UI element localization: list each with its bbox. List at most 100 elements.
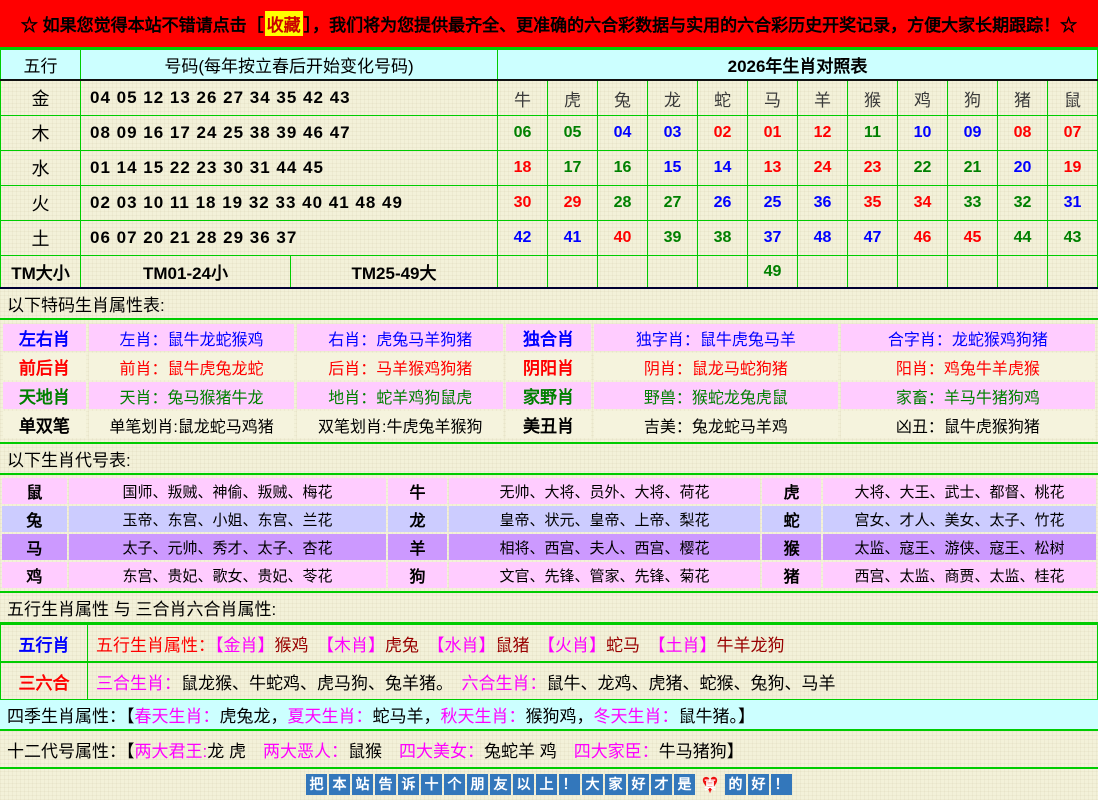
top-banner: ☆ 如果您觉得本站不错请点击［收藏］，我们将为您提供最齐全、更准确的六合彩数据与… xyxy=(0,0,1098,49)
text-segment: 蛇马羊， xyxy=(373,702,441,727)
zodiac-number-cell: 18 xyxy=(498,151,548,186)
zodiac-number-cell: 22 xyxy=(898,151,948,186)
tm-zodiac-cell xyxy=(998,256,1048,289)
text-segment: 牛羊龙狗 xyxy=(717,636,785,655)
element-label: 火 xyxy=(1,186,81,221)
slogan-char: 真 xyxy=(704,776,716,793)
attr-value: 野兽：猴蛇龙兔虎鼠 xyxy=(594,382,838,409)
zodiac-column-header: 猴 xyxy=(848,80,898,116)
text-segment: 两大恶人： xyxy=(263,737,348,762)
tm-zodiac-cell xyxy=(1048,256,1098,289)
bookmark-link[interactable]: 收藏 xyxy=(265,11,303,36)
attr-group-label: 独合肖 xyxy=(506,324,591,351)
codes-table-wrap: 鼠国师、叛贼、神偷、叛贼、梅花牛无帅、大将、员外、大将、荷花虎大将、大王、武士、… xyxy=(0,475,1098,593)
zodiac-number-cell: 04 xyxy=(598,116,648,151)
slogan-char-square: 才 xyxy=(651,774,672,795)
attr-row: 单双笔单笔划肖:鼠龙蛇马鸡猪双笔划肖:牛虎兔羊猴狗美丑肖吉美：兔龙蛇马羊鸡凶丑：… xyxy=(3,411,1095,438)
slogan-char-square: 的 xyxy=(725,774,746,795)
zodiac-name-label: 马 xyxy=(2,534,67,560)
tm-zodiac-cell xyxy=(548,256,598,289)
banner-text-before: ☆ 如果您觉得本站不错请点击［ xyxy=(21,11,264,36)
zodiac-number-cell: 33 xyxy=(948,186,998,221)
zodiac-number-cell: 27 xyxy=(648,186,698,221)
tm-zodiac-cell: 49 xyxy=(748,256,798,289)
text-segment: 虎兔龙， xyxy=(220,702,288,727)
seasons-row: 四季生肖属性：【春天生肖：虎兔龙， 夏天生肖：蛇马羊，秋天生肖：猴狗鸡， 冬天生… xyxy=(0,700,1098,731)
attr-value: 天肖：兔马猴猪牛龙 xyxy=(89,382,295,409)
element-numbers: 01 14 15 22 23 30 31 44 45 xyxy=(81,151,498,186)
zodiac-number-cell: 24 xyxy=(798,151,848,186)
zodiac-number-cell: 30 xyxy=(498,186,548,221)
text-segment: 三合生肖： xyxy=(96,674,181,693)
zodiac-number-cell: 03 xyxy=(648,116,698,151)
text-segment: 四大家臣： xyxy=(574,737,659,762)
attr-value: 地肖：蛇羊鸡狗鼠虎 xyxy=(297,382,503,409)
wuxing-band: 五行肖 五行生肖属性：【金肖】猴鸡 【木肖】虎兔 【水肖】鼠猪 【火肖】蛇马 【… xyxy=(0,624,1098,662)
tm-small-range: TM01-24小 xyxy=(81,256,291,289)
zodiac-number-cell: 02 xyxy=(698,116,748,151)
zodiac-column-header: 猪 xyxy=(998,80,1048,116)
zodiac-column-header: 蛇 xyxy=(698,80,748,116)
zodiac-name-label: 牛 xyxy=(388,478,447,504)
text-segment: 猴鸡 xyxy=(275,636,326,655)
zodiac-column-header: 兔 xyxy=(598,80,648,116)
zodiac-name-label: 猴 xyxy=(762,534,821,560)
text-segment: 鼠龙猴、牛蛇鸡、虎马狗、兔羊猪。 xyxy=(181,674,445,693)
attr-group-label: 左右肖 xyxy=(3,324,86,351)
zodiac-number-cell: 34 xyxy=(898,186,948,221)
zodiac-number-cell: 19 xyxy=(1048,151,1098,186)
text-segment: 鼠猴 xyxy=(348,737,399,762)
text-segment: 虎兔 xyxy=(385,636,436,655)
text-segment: 四大美女： xyxy=(399,737,484,762)
text-segment: 夏天生肖： xyxy=(288,702,373,727)
codes-row: 马太子、元帅、秀才、太子、杏花羊相将、西宫、夫人、西宫、樱花猴太监、寇王、游侠、… xyxy=(2,534,1096,560)
tm-zodiac-cell xyxy=(798,256,848,289)
text-segment: 【金肖】 xyxy=(215,636,275,655)
zodiac-number-cell: 05 xyxy=(548,116,598,151)
zodiac-number-cell: 07 xyxy=(1048,116,1098,151)
zodiac-column-header: 羊 xyxy=(798,80,848,116)
zodiac-number-cell: 44 xyxy=(998,221,1048,256)
zodiac-number-cell: 12 xyxy=(798,116,848,151)
element-row: 土06 07 20 21 28 29 36 374241403938374847… xyxy=(1,221,1098,256)
slogan-char-square: 把 xyxy=(306,774,327,795)
zodiac-column-header: 鸡 xyxy=(898,80,948,116)
slogan-char-square: 好 xyxy=(748,774,769,795)
zodiac-number-cell: 16 xyxy=(598,151,648,186)
attr-group-label: 单双笔 xyxy=(3,411,86,438)
codes-row: 兔玉帝、东宫、小姐、东宫、兰花龙皇帝、状元、皇帝、上帝、梨花蛇宫女、才人、美女、… xyxy=(2,506,1096,532)
zodiac-code-names: 东宫、贵妃、歌女、贵妃、苓花 xyxy=(69,562,387,588)
zodiac-name-label: 鸡 xyxy=(2,562,67,588)
numbers-header: 号码(每年按立春后开始变化号码) xyxy=(81,50,498,81)
attr-group-label: 前后肖 xyxy=(3,353,86,380)
codes-section-title: 以下生肖代号表: xyxy=(0,444,1098,475)
zodiac-number-cell: 40 xyxy=(598,221,648,256)
zodiac-number-cell: 11 xyxy=(848,116,898,151)
text-segment: 五行生肖属性： xyxy=(96,636,215,655)
slogan-char-square: 站 xyxy=(352,774,373,795)
attr-value: 吉美：兔龙蛇马羊鸡 xyxy=(594,411,838,438)
attr-group-label: 家野肖 xyxy=(506,382,591,409)
text-segment: 【水肖】 xyxy=(436,636,496,655)
slogan-char-square: 家 xyxy=(605,774,626,795)
slogan-char-square: 上 xyxy=(536,774,557,795)
text-segment: 鼠牛猪。】 xyxy=(679,702,756,727)
codes-table: 鼠国师、叛贼、神偷、叛贼、梅花牛无帅、大将、员外、大将、荷花虎大将、大王、武士、… xyxy=(0,476,1098,590)
zodiac-number-cell: 48 xyxy=(798,221,848,256)
element-label: 金 xyxy=(1,80,81,116)
zodiac-number-cell: 20 xyxy=(998,151,1048,186)
zodiac-number-cell: 43 xyxy=(1048,221,1098,256)
zodiac-number-cell: 25 xyxy=(748,186,798,221)
zodiac-column-header: 虎 xyxy=(548,80,598,116)
sanliuhe-label: 三六合 xyxy=(1,663,88,700)
element-row: 火02 03 10 11 18 19 32 33 40 41 48 493029… xyxy=(1,186,1098,221)
zodiac-number-cell: 29 xyxy=(548,186,598,221)
tm-zodiac-cell xyxy=(948,256,998,289)
codes-row: 鼠国师、叛贼、神偷、叛贼、梅花牛无帅、大将、员外、大将、荷花虎大将、大王、武士、… xyxy=(2,478,1096,504)
slogan-char-square: 是 xyxy=(674,774,695,795)
zodiac-column-header: 狗 xyxy=(948,80,998,116)
tm-size-row: TM大小TM01-24小TM25-49大49 xyxy=(1,256,1098,289)
zodiac-code-names: 相将、西宫、夫人、西宫、樱花 xyxy=(449,534,760,560)
heart-icon: ♥真 xyxy=(697,774,723,795)
slogan-char-square: 好 xyxy=(628,774,649,795)
